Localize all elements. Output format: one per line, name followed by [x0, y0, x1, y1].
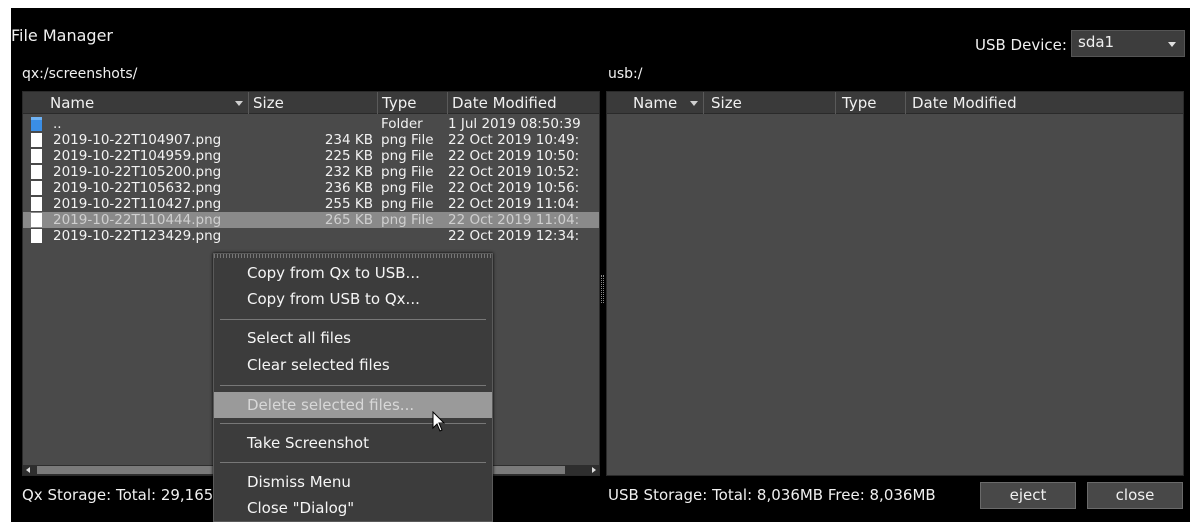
file-type: Folder — [381, 116, 423, 132]
usb-device-select[interactable]: sda1 — [1071, 30, 1185, 57]
file-type: png File — [381, 164, 434, 180]
file-name: 2019-10-22T123429.png — [53, 228, 222, 244]
right-list-header: Name Size Type Date Modified — [607, 92, 1183, 114]
panel-splitter[interactable] — [601, 275, 604, 303]
col-date[interactable]: Date Modified — [452, 94, 557, 112]
menu-dismiss[interactable]: Dismiss Menu — [214, 469, 492, 495]
left-list-header: Name Size Type Date Modified — [23, 92, 599, 114]
mouse-cursor-icon — [432, 411, 446, 432]
file-icon — [31, 149, 42, 163]
file-name: .. — [53, 116, 62, 132]
file-name: 2019-10-22T105200.png — [53, 164, 222, 180]
col-size[interactable]: Size — [253, 94, 284, 112]
menu-delete-selected[interactable]: Delete selected files... — [214, 392, 492, 418]
file-type: png File — [381, 196, 434, 212]
file-row[interactable]: 2019-10-22T123429.png 22 Oct 2019 12:34: — [23, 228, 599, 244]
col-name[interactable]: Name — [633, 94, 677, 112]
file-size: 225 KB — [324, 148, 373, 164]
folder-icon — [31, 117, 42, 131]
file-icon — [31, 165, 42, 179]
context-menu: Copy from Qx to USB... Copy from USB to … — [213, 253, 493, 522]
left-path: qx:/screenshots/ — [22, 66, 138, 82]
usb-device-label: USB Device: — [975, 36, 1067, 54]
file-size: 265 KB — [324, 212, 373, 228]
menu-close-dialog[interactable]: Close "Dialog" — [214, 495, 492, 521]
file-date: 1 Jul 2019 08:50:39 — [448, 116, 581, 132]
col-date[interactable]: Date Modified — [912, 94, 1017, 112]
file-row[interactable]: 2019-10-22T105632.png 236 KB png File 22 Oc… — [23, 180, 599, 196]
file-type: png File — [381, 132, 434, 148]
menu-separator — [220, 319, 486, 320]
col-type[interactable]: Type — [382, 94, 416, 112]
file-icon — [31, 229, 42, 243]
file-size: 255 KB — [324, 196, 373, 212]
scroll-left-icon[interactable] — [26, 467, 30, 473]
file-size: 234 KB — [324, 132, 373, 148]
file-row[interactable]: 2019-10-22T104959.png 225 KB png File 22 Oc… — [23, 148, 599, 164]
file-date: 22 Oct 2019 11:04: — [448, 212, 580, 228]
file-row[interactable]: 2019-10-22T110427.png 255 KB png File 22 Oc… — [23, 196, 599, 212]
sort-arrow-icon[interactable] — [235, 94, 243, 112]
sort-arrow-icon[interactable] — [690, 94, 698, 112]
file-name: 2019-10-22T110427.png — [53, 196, 222, 212]
file-icon — [31, 197, 42, 211]
menu-top-edge — [214, 254, 492, 258]
menu-select-all[interactable]: Select all files — [214, 325, 492, 351]
file-date: 22 Oct 2019 10:52: — [448, 164, 580, 180]
file-row[interactable]: 2019-10-22T105200.png 232 KB png File 22 Oc… — [23, 164, 599, 180]
menu-separator — [220, 462, 486, 463]
eject-button[interactable]: eject — [980, 482, 1076, 509]
file-row[interactable]: 2019-10-22T110444.png 265 KB png File 22 Oc… — [23, 212, 599, 228]
file-date: 22 Oct 2019 10:49: — [448, 132, 580, 148]
file-name: 2019-10-22T105632.png — [53, 180, 222, 196]
file-date: 22 Oct 2019 11:04: — [448, 196, 580, 212]
right-path: usb:/ — [608, 66, 643, 82]
file-row[interactable]: .. Folder 1 Jul 2019 08:50:39 — [23, 116, 599, 132]
menu-copy-usb-to-qx[interactable]: Copy from USB to Qx... — [214, 286, 492, 312]
file-date: 22 Oct 2019 10:56: — [448, 180, 580, 196]
chevron-down-icon — [1168, 42, 1176, 47]
col-name[interactable]: Name — [50, 94, 94, 112]
menu-separator — [220, 385, 486, 386]
col-size[interactable]: Size — [711, 94, 742, 112]
file-name: 2019-10-22T104959.png — [53, 148, 222, 164]
close-button[interactable]: close — [1087, 482, 1183, 509]
menu-separator — [220, 423, 486, 424]
qx-storage-info: Qx Storage: Total: 29,165 — [22, 486, 214, 504]
file-type: png File — [381, 180, 434, 196]
file-icon — [31, 181, 42, 195]
file-icon — [31, 213, 42, 227]
menu-copy-qx-to-usb[interactable]: Copy from Qx to USB... — [214, 260, 492, 286]
dialog-title: File Manager — [11, 26, 113, 45]
menu-clear-selected[interactable]: Clear selected files — [214, 352, 492, 378]
right-file-list[interactable]: Name Size Type Date Modified — [606, 91, 1184, 476]
usb-device-value: sda1 — [1078, 33, 1115, 51]
file-name: 2019-10-22T110444.png — [53, 212, 222, 228]
col-type[interactable]: Type — [842, 94, 876, 112]
scroll-right-icon[interactable] — [592, 467, 596, 473]
usb-storage-info: USB Storage: Total: 8,036MB Free: 8,036M… — [608, 486, 936, 504]
file-date: 22 Oct 2019 10:50: — [448, 148, 580, 164]
file-type: png File — [381, 148, 434, 164]
file-icon — [31, 133, 42, 147]
file-size: 236 KB — [324, 180, 373, 196]
file-size: 232 KB — [324, 164, 373, 180]
file-row[interactable]: 2019-10-22T104907.png 234 KB png File 22 Oc… — [23, 132, 599, 148]
file-date: 22 Oct 2019 12:34: — [448, 228, 580, 244]
file-name: 2019-10-22T104907.png — [53, 132, 222, 148]
file-type: png File — [381, 212, 434, 228]
menu-take-screenshot[interactable]: Take Screenshot — [214, 430, 492, 456]
